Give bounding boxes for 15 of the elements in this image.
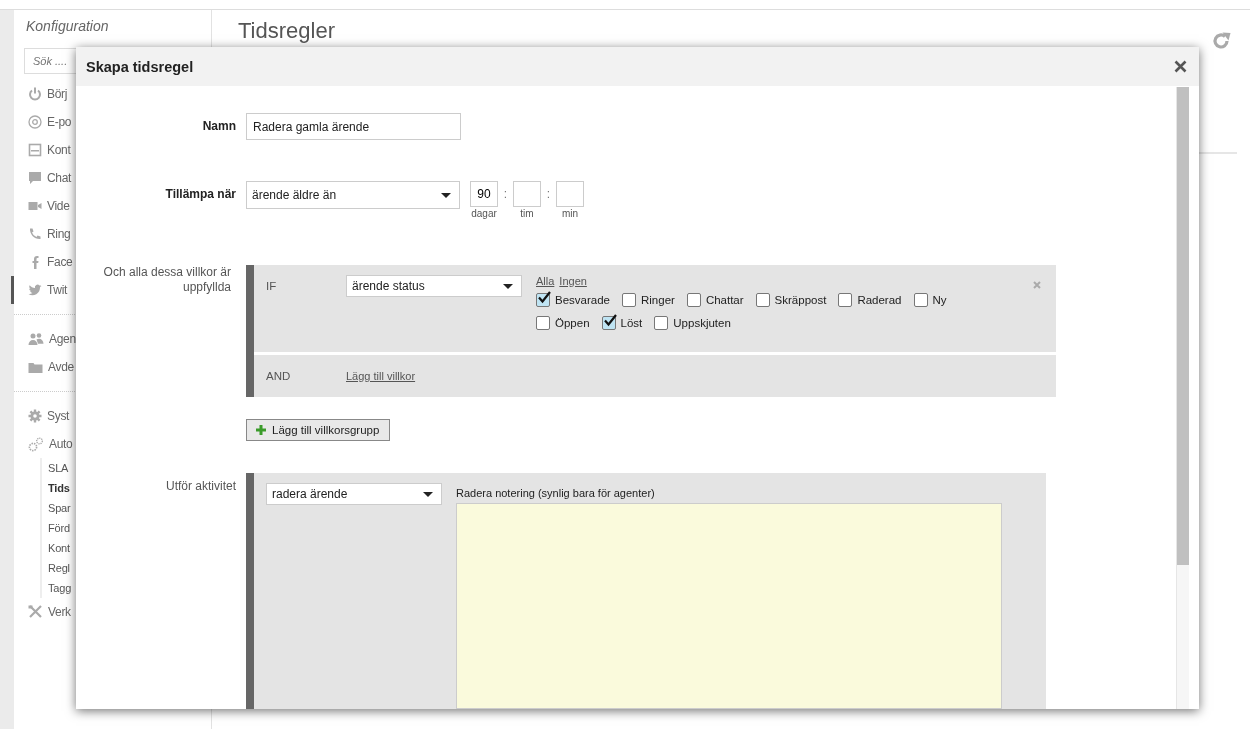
unit-label: tim	[520, 208, 534, 219]
separator: :	[545, 186, 552, 203]
field-label: Tillämpa när	[164, 186, 237, 203]
dialog-title: Skapa tidsregel	[86, 58, 194, 75]
if-label: IF	[266, 279, 278, 294]
field-label: Utför aktivitet	[164, 478, 237, 493]
unit-label: dagar	[471, 208, 497, 219]
sidebar-title: Konfiguration	[25, 18, 110, 36]
field-label: Och alla dessa villkor är uppfyllda	[102, 265, 232, 295]
page-title: Tidsregler	[238, 18, 335, 44]
unit-label: min	[561, 208, 579, 219]
and-label: AND	[266, 369, 292, 384]
separator: :	[502, 186, 509, 203]
field-label: Namn	[201, 118, 237, 135]
note-label: Radera notering (synlig bara för agenter)	[456, 487, 656, 499]
